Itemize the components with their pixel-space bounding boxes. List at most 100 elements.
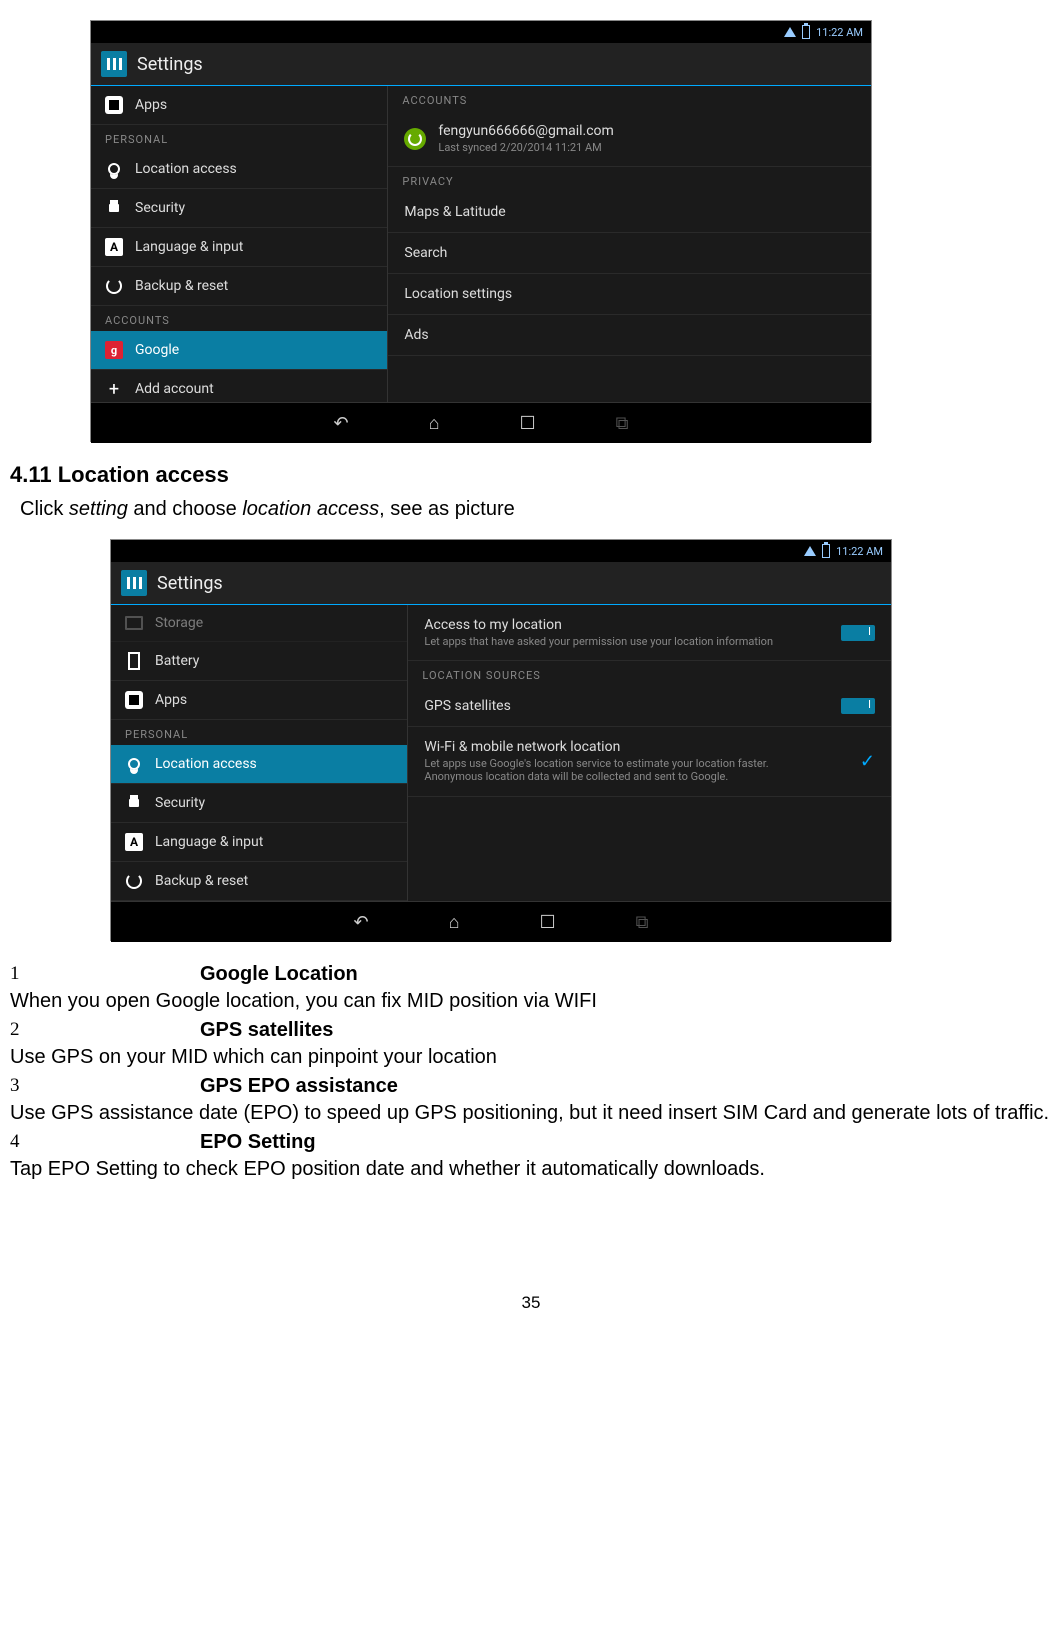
storage-icon bbox=[125, 616, 143, 630]
row-search[interactable]: Search bbox=[388, 233, 871, 274]
status-time: 11:22 AM bbox=[836, 545, 883, 558]
recent-button[interactable]: ☐ bbox=[519, 413, 535, 434]
sidebar-item-label: Apps bbox=[155, 692, 187, 708]
battery-icon bbox=[822, 544, 830, 558]
sidebar-item-storage[interactable]: Storage bbox=[111, 605, 407, 642]
sidebar-item-label: Security bbox=[135, 200, 185, 216]
list-title: Google Location bbox=[200, 961, 358, 988]
row-subtitle: Let apps use Google's location service t… bbox=[424, 757, 784, 783]
sidebar-item-apps[interactable]: Apps bbox=[91, 86, 387, 125]
sidebar-item-security[interactable]: Security bbox=[91, 189, 387, 228]
sidebar-item-label: Location access bbox=[135, 161, 237, 177]
screenshot-google-account: 11:22 AM Settings Apps PERSONAL Location… bbox=[90, 20, 872, 442]
backup-icon bbox=[105, 277, 123, 295]
list-desc: Use GPS on your MID which can pinpoint y… bbox=[10, 1044, 1052, 1071]
battery-icon bbox=[802, 25, 810, 39]
settings-sidebar: Apps PERSONAL Location access Security L… bbox=[91, 86, 388, 402]
switch-on[interactable] bbox=[841, 698, 875, 714]
row-label: Maps & Latitude bbox=[404, 204, 505, 220]
section-heading: 4.11 Location access bbox=[10, 462, 1052, 488]
plus-icon bbox=[105, 380, 123, 398]
sidebar-category-personal: PERSONAL bbox=[91, 125, 387, 150]
language-icon bbox=[125, 833, 143, 851]
app-title: Settings bbox=[137, 54, 203, 75]
backup-icon bbox=[125, 872, 143, 890]
row-title: Wi-Fi & mobile network location bbox=[424, 739, 784, 755]
sidebar-item-location-access[interactable]: Location access bbox=[111, 745, 407, 784]
list-desc: Use GPS assistance date (EPO) to speed u… bbox=[10, 1100, 1052, 1127]
wifi-icon bbox=[784, 27, 796, 37]
check-icon[interactable]: ✓ bbox=[860, 751, 875, 772]
instruction-list: 1Google Location When you open Google lo… bbox=[10, 961, 1052, 1183]
list-number: 2 bbox=[10, 1017, 200, 1044]
account-row[interactable]: fengyun666666@gmail.com Last synced 2/20… bbox=[388, 111, 871, 167]
google-icon bbox=[105, 341, 123, 359]
row-maps[interactable]: Maps & Latitude bbox=[388, 192, 871, 233]
sidebar-item-backup[interactable]: Backup & reset bbox=[91, 267, 387, 306]
sidebar-item-backup[interactable]: Backup & reset bbox=[111, 862, 407, 901]
row-title: GPS satellites bbox=[424, 698, 510, 714]
row-ads[interactable]: Ads bbox=[388, 315, 871, 356]
row-gps[interactable]: GPS satellites bbox=[408, 686, 891, 727]
sidebar-category-personal: PERSONAL bbox=[111, 720, 407, 745]
sidebar-item-security[interactable]: Security bbox=[111, 784, 407, 823]
sidebar-item-label: Battery bbox=[155, 653, 199, 669]
settings-sidebar: Storage Battery Apps PERSONAL Location a… bbox=[111, 605, 408, 901]
row-label: Search bbox=[404, 245, 447, 261]
sidebar-category-accounts: ACCOUNTS bbox=[91, 306, 387, 331]
back-button[interactable]: ↶ bbox=[334, 413, 349, 434]
row-label: Location settings bbox=[404, 286, 512, 302]
detail-pane: Access to my location Let apps that have… bbox=[408, 605, 891, 901]
sidebar-item-label: Language & input bbox=[155, 834, 263, 850]
sidebar-item-apps[interactable]: Apps bbox=[111, 681, 407, 720]
status-bar: 11:22 AM bbox=[111, 540, 891, 562]
screenshot-location-access: 11:22 AM Settings Storage Battery Apps P… bbox=[110, 539, 892, 941]
detail-category-sources: LOCATION SOURCES bbox=[408, 661, 891, 686]
row-wifi-location[interactable]: Wi-Fi & mobile network location Let apps… bbox=[408, 727, 891, 796]
app-title: Settings bbox=[157, 573, 223, 594]
detail-pane: ACCOUNTS fengyun666666@gmail.com Last sy… bbox=[388, 86, 871, 402]
lock-icon bbox=[105, 199, 123, 217]
sidebar-item-add-account[interactable]: Add account bbox=[91, 370, 387, 402]
list-title: EPO Setting bbox=[200, 1129, 316, 1156]
location-icon bbox=[125, 755, 143, 773]
sidebar-item-label: Storage bbox=[155, 615, 203, 631]
back-button[interactable]: ↶ bbox=[354, 912, 369, 933]
settings-icon bbox=[121, 570, 147, 596]
sidebar-item-google[interactable]: Google bbox=[91, 331, 387, 370]
lock-icon bbox=[125, 794, 143, 812]
app-bar: Settings bbox=[91, 43, 871, 86]
list-number: 3 bbox=[10, 1073, 200, 1100]
sidebar-item-label: Google bbox=[135, 342, 179, 358]
sidebar-item-label: Security bbox=[155, 795, 205, 811]
detail-category-accounts: ACCOUNTS bbox=[388, 86, 871, 111]
screenshot-button[interactable]: ⧉ bbox=[616, 413, 629, 434]
list-number: 4 bbox=[10, 1129, 200, 1156]
row-access-location[interactable]: Access to my location Let apps that have… bbox=[408, 605, 891, 661]
sidebar-item-label: Language & input bbox=[135, 239, 243, 255]
sidebar-item-language[interactable]: Language & input bbox=[91, 228, 387, 267]
sidebar-item-label: Add account bbox=[135, 381, 214, 397]
switch-on[interactable] bbox=[841, 625, 875, 641]
app-bar: Settings bbox=[111, 562, 891, 605]
row-title: Access to my location bbox=[424, 617, 773, 633]
detail-category-privacy: PRIVACY bbox=[388, 167, 871, 192]
apps-icon bbox=[105, 96, 123, 114]
home-button[interactable]: ⌂ bbox=[429, 413, 440, 434]
row-location-settings[interactable]: Location settings bbox=[388, 274, 871, 315]
sidebar-item-location-access[interactable]: Location access bbox=[91, 150, 387, 189]
screenshot-button[interactable]: ⧉ bbox=[636, 912, 649, 933]
language-icon bbox=[105, 238, 123, 256]
recent-button[interactable]: ☐ bbox=[539, 912, 555, 933]
sync-icon bbox=[404, 128, 426, 150]
settings-icon bbox=[101, 51, 127, 77]
location-icon bbox=[105, 160, 123, 178]
sidebar-item-label: Backup & reset bbox=[135, 278, 228, 294]
sidebar-item-label: Location access bbox=[155, 756, 257, 772]
home-button[interactable]: ⌂ bbox=[449, 912, 460, 933]
list-desc: When you open Google location, you can f… bbox=[10, 988, 1052, 1015]
list-title: GPS satellites bbox=[200, 1017, 333, 1044]
list-number: 1 bbox=[10, 961, 200, 988]
sidebar-item-battery[interactable]: Battery bbox=[111, 642, 407, 681]
sidebar-item-language[interactable]: Language & input bbox=[111, 823, 407, 862]
